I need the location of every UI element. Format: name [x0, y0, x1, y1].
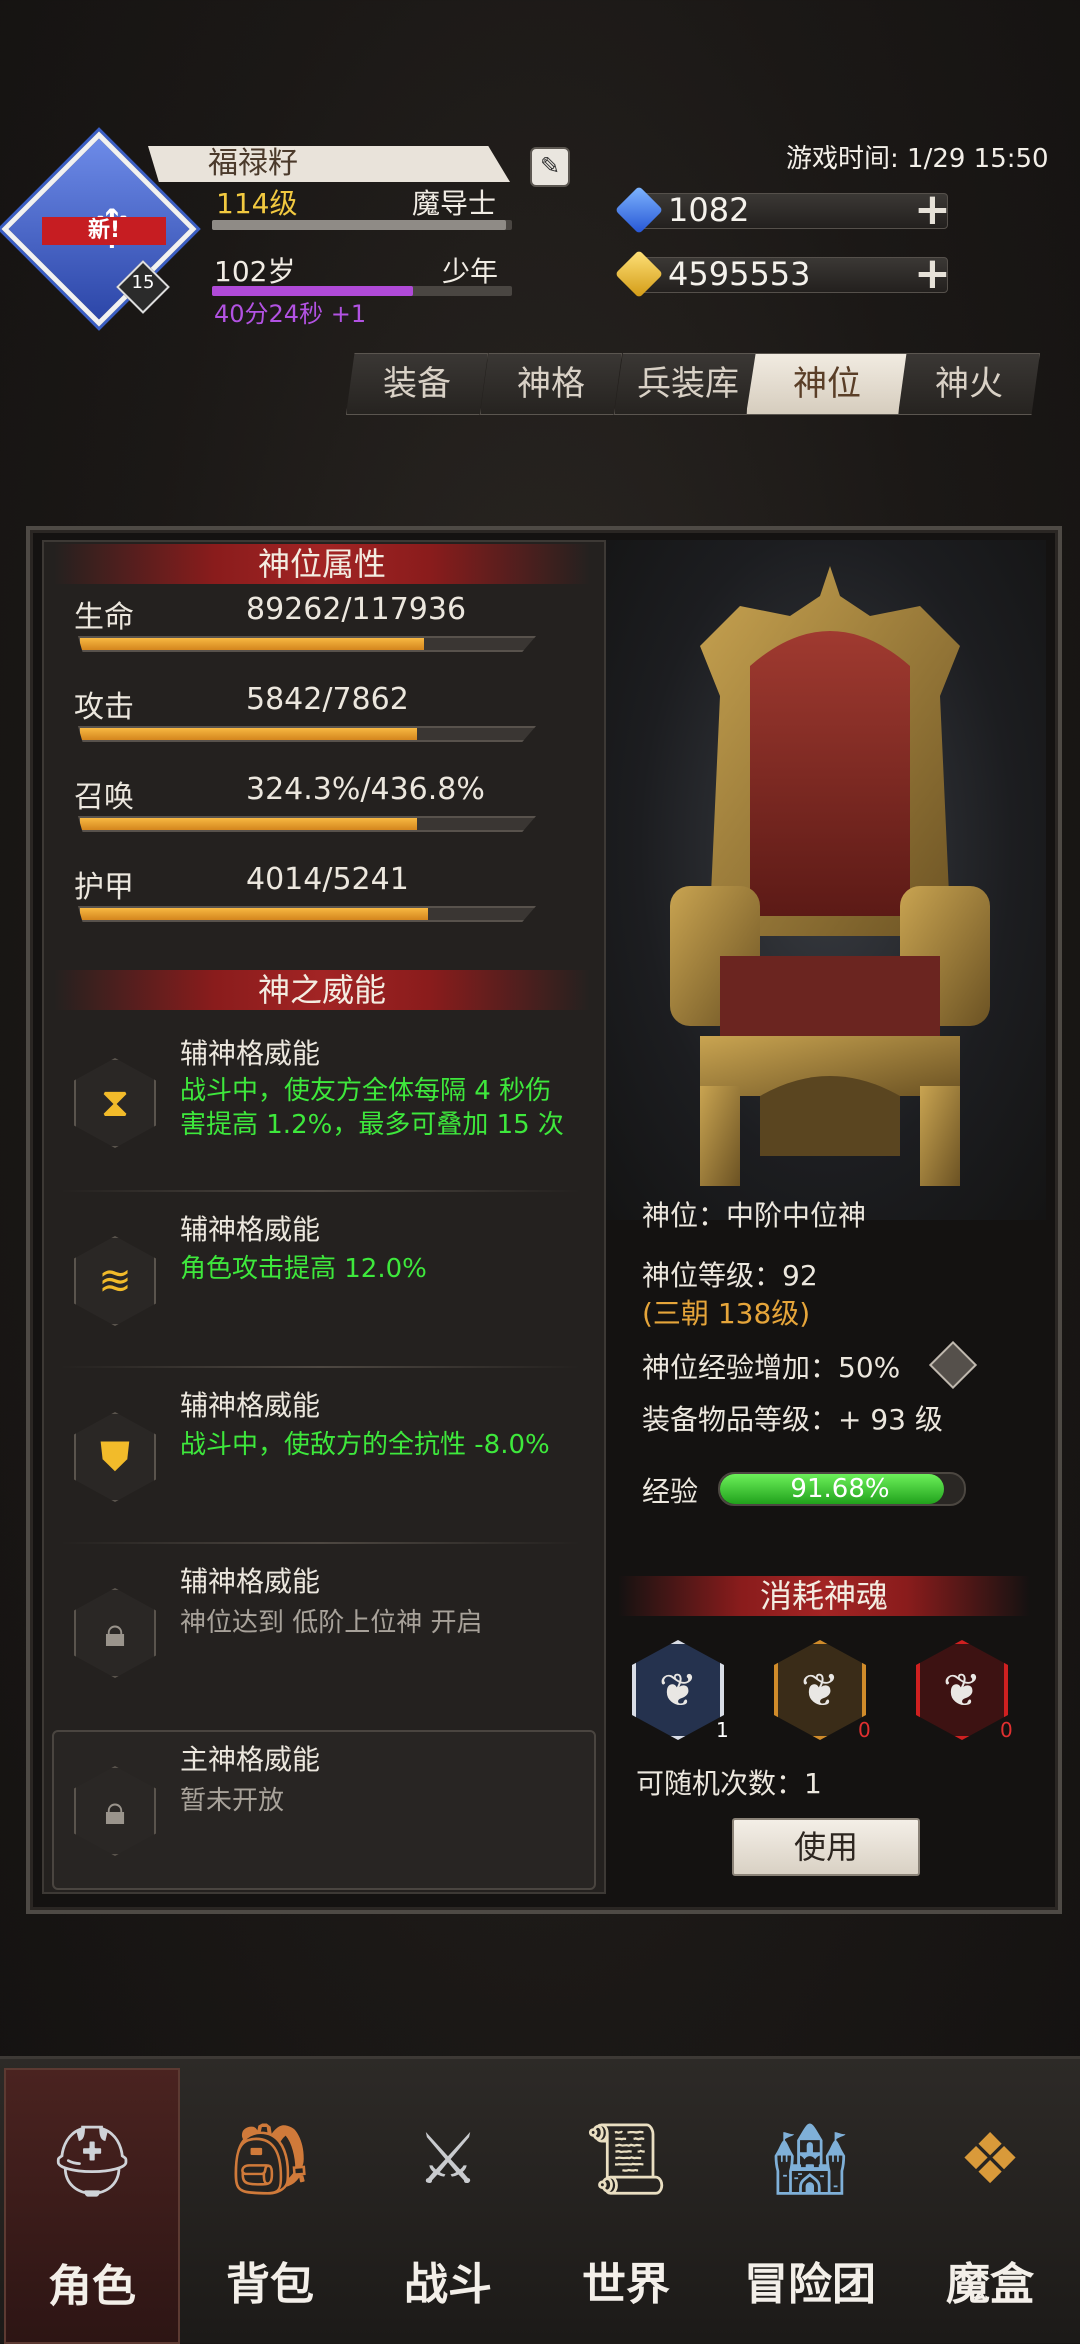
- power-desc: 神位达到 低阶上位神 开启: [180, 1608, 483, 1638]
- power-title: 辅神格威能: [180, 1389, 321, 1422]
- main-power-desc: 暂未开放: [180, 1786, 285, 1816]
- new-badge: 新!: [42, 217, 166, 245]
- nav-label: 冒险团: [744, 2259, 876, 2310]
- stat-fill-summon: [80, 818, 417, 830]
- nav-label: 魔盒: [946, 2259, 1034, 2310]
- section-attributes-title: 神位属性: [54, 544, 590, 584]
- random-count: 可随机次数：1: [636, 1767, 822, 1800]
- level-progress-fill: [212, 220, 506, 230]
- tab-armory[interactable]: 兵装库: [614, 353, 762, 415]
- edit-icon: ✎: [539, 152, 561, 180]
- divider: [60, 1190, 580, 1192]
- player-age: 102岁: [214, 255, 296, 288]
- add-gem-button[interactable]: +: [914, 188, 951, 232]
- name-plate: [148, 146, 510, 182]
- nav-world[interactable]: 📜︎ 世界: [540, 2068, 712, 2340]
- sword-shield-icon: ⚔: [416, 2118, 480, 2200]
- stat-bar-armor: [78, 906, 536, 922]
- stat-value-armor: 4014/5241: [246, 862, 409, 897]
- divine-level: 神位等级：92: [642, 1259, 818, 1292]
- tab-label: 神位: [793, 364, 861, 404]
- soul-red-count: 0: [1000, 1718, 1013, 1742]
- exp-label: 经验: [642, 1475, 699, 1508]
- tab-equipment[interactable]: 装备: [346, 353, 488, 415]
- nav-character[interactable]: ⛑ 角色: [4, 2068, 180, 2344]
- divider: [60, 1542, 580, 1544]
- soul-gold-count: 0: [858, 1718, 871, 1742]
- nav-magic-box[interactable]: ❖ 魔盒: [904, 2068, 1076, 2340]
- throne-image: [670, 566, 990, 1186]
- nav-battle[interactable]: ⚔ 战斗: [362, 2068, 534, 2340]
- stat-value-hp: 89262/117936: [246, 592, 467, 627]
- use-button[interactable]: 使用: [732, 1818, 920, 1876]
- tab-godhood[interactable]: 神格: [480, 353, 622, 415]
- stat-value-summon: 324.3%/436.8%: [246, 772, 485, 807]
- divine-rank: 神位：中阶中位神: [642, 1199, 867, 1232]
- divine-exp-bonus: 神位经验增加：50%: [642, 1351, 901, 1384]
- stat-label-summon: 召唤: [74, 780, 134, 815]
- section-powers-title: 神之威能: [54, 970, 590, 1010]
- stat-value-attack: 5842/7862: [246, 682, 409, 717]
- power-title: 辅神格威能: [180, 1213, 321, 1246]
- nav-label: 背包: [226, 2259, 314, 2310]
- tab-label: 兵装库: [637, 364, 739, 404]
- exp-percent: 91.68%: [790, 1474, 890, 1504]
- equip-level: 装备物品等级：+ 93 级: [642, 1403, 943, 1436]
- scroll-icon: 📜︎: [581, 2118, 671, 2200]
- game-time: 游戏时间: 1/29 15:50: [786, 144, 1049, 174]
- divider: [60, 1366, 580, 1368]
- stat-bar-summon: [78, 816, 536, 832]
- section-souls-title: 消耗神魂: [618, 1576, 1030, 1616]
- tab-divine-rank[interactable]: 神位: [746, 353, 908, 415]
- nav-label: 世界: [582, 2259, 670, 2310]
- age-timer: 40分24秒 +1: [214, 300, 367, 328]
- castle-icon: 🏰︎: [765, 2118, 855, 2200]
- power-desc: 战斗中，使友方全体每隔 4 秒伤: [180, 1076, 552, 1106]
- nav-backpack[interactable]: 🎒︎ 背包: [184, 2068, 356, 2340]
- player-name: 福禄籽: [208, 146, 298, 181]
- stat-bar-attack: [78, 726, 536, 742]
- gold-amount: 4595553: [668, 255, 811, 293]
- player-level: 114级: [216, 187, 298, 220]
- tab-label: 神火: [935, 364, 1003, 404]
- backpack-icon: 🎒︎: [225, 2118, 315, 2200]
- nav-adventure-group[interactable]: 🏰︎ 冒险团: [724, 2068, 896, 2340]
- gem-amount: 1082: [668, 191, 750, 229]
- main-power-title: 主神格威能: [180, 1743, 321, 1776]
- power-desc: 战斗中，使敌方的全抗性 -8.0%: [180, 1430, 550, 1460]
- nav-label: 战斗: [404, 2259, 492, 2310]
- soul-white-count: 1: [716, 1718, 729, 1742]
- attributes-panel: [42, 540, 606, 1894]
- magic-box-icon: ❖: [958, 2118, 1022, 2200]
- level-progress-bar: [212, 220, 512, 230]
- tab-label: 装备: [383, 364, 451, 404]
- add-gold-button[interactable]: +: [914, 252, 951, 296]
- power-desc-line2: 害提高 1.2%，最多可叠加 15 次: [180, 1110, 564, 1140]
- stat-label-attack: 攻击: [74, 690, 134, 725]
- edit-name-button[interactable]: ✎: [530, 147, 570, 187]
- player-class: 魔导士: [412, 187, 497, 220]
- tab-label: 神格: [517, 364, 585, 404]
- power-title: 辅神格威能: [180, 1565, 321, 1598]
- stat-label-armor: 护甲: [74, 870, 134, 905]
- stat-fill-armor: [80, 908, 428, 920]
- nav-label: 角色: [48, 2261, 136, 2312]
- power-desc: 角色攻击提高 12.0%: [180, 1254, 427, 1284]
- helmet-icon: ⛑: [47, 2120, 137, 2202]
- divine-level-extra: (三朝 138级): [642, 1297, 811, 1330]
- avatar-level-number: 15: [131, 272, 155, 293]
- stat-label-hp: 生命: [74, 600, 134, 635]
- power-title: 辅神格威能: [180, 1037, 321, 1070]
- stat-fill-hp: [80, 638, 424, 650]
- tab-divine-fire[interactable]: 神火: [898, 353, 1040, 415]
- age-stage: 少年: [442, 255, 499, 288]
- stat-bar-hp: [78, 636, 536, 652]
- stat-fill-attack: [80, 728, 418, 740]
